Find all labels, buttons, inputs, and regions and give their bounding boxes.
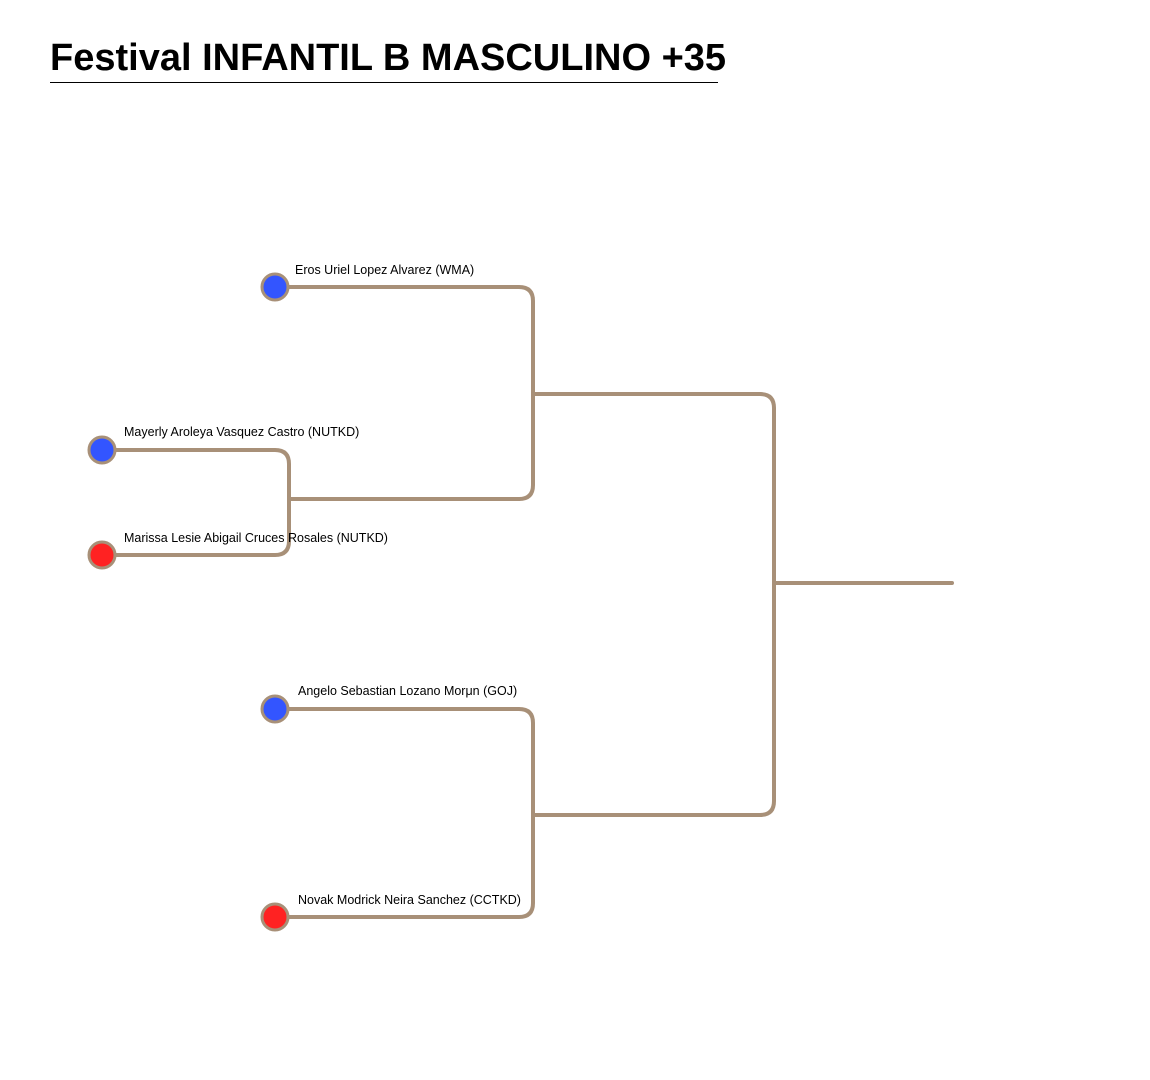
competitor-name: Mayerly Aroleya Vasquez Castro (NUTKD) xyxy=(124,425,359,439)
competitor-name: Eros Uriel Lopez Alvarez (WMA) xyxy=(295,263,474,277)
match-line-semi-1 xyxy=(273,285,762,501)
competitor-c1[interactable]: Eros Uriel Lopez Alvarez (WMA) xyxy=(260,263,474,302)
competitor-c5[interactable]: Novak Modrick Neira Sanchez (CCTKD) xyxy=(260,893,521,932)
match-line-semi-2 xyxy=(273,707,762,919)
competitor-c3[interactable]: Marissa Lesie Abigail Cruces Rosales (NU… xyxy=(87,531,388,570)
bracket-lines xyxy=(100,285,954,919)
match-line-final xyxy=(758,392,954,817)
blue-corner-marker xyxy=(260,272,290,302)
competitor-name: Angelo Sebastian Lozano Morμn (GOJ) xyxy=(298,684,517,698)
red-corner-marker xyxy=(260,902,290,932)
blue-corner-marker xyxy=(87,435,117,465)
tournament-bracket: Eros Uriel Lopez Alvarez (WMA) Mayerly A… xyxy=(87,263,954,932)
blue-corner-marker xyxy=(260,694,290,724)
competitor-name: Novak Modrick Neira Sanchez (CCTKD) xyxy=(298,893,521,907)
competitor-c4[interactable]: Angelo Sebastian Lozano Morμn (GOJ) xyxy=(260,684,517,724)
competitor-name: Marissa Lesie Abigail Cruces Rosales (NU… xyxy=(124,531,388,545)
competitor-c2[interactable]: Mayerly Aroleya Vasquez Castro (NUTKD) xyxy=(87,425,359,465)
red-corner-marker xyxy=(87,540,117,570)
